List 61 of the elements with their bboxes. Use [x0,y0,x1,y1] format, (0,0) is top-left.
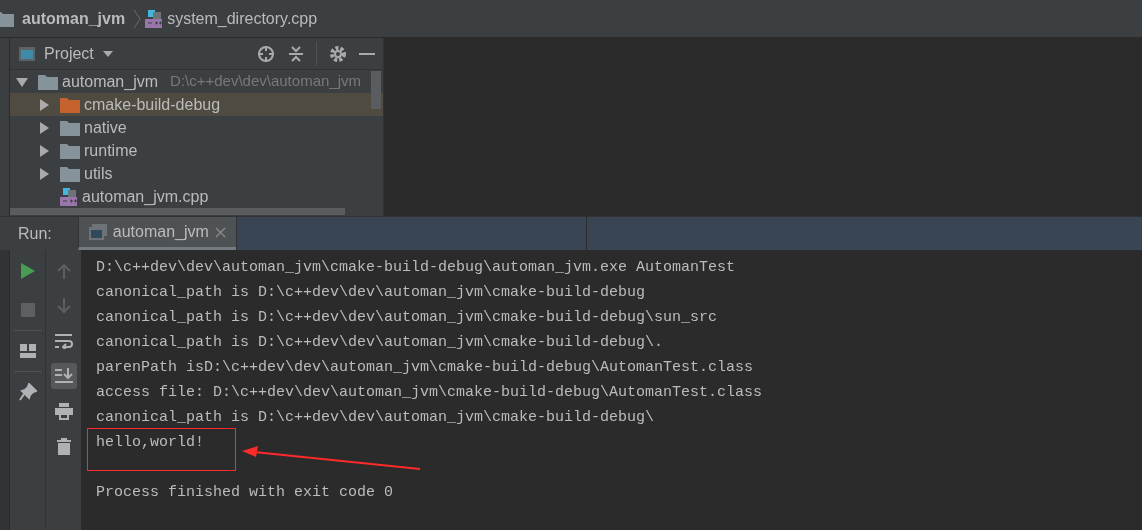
printer-icon [54,402,73,420]
item-label: utils [84,163,113,184]
breadcrumb-item[interactable]: automan_jvm [22,6,126,31]
tree-item[interactable]: automan_jvm.cpp [10,185,383,208]
item-label: runtime [84,140,138,161]
down-arrow-icon [56,298,71,314]
item-label: automan_jvm.cpp [82,186,209,207]
console-line: Process finished with exit code 0 [96,484,394,501]
pin-icon [18,383,37,401]
tree-item[interactable]: native [10,116,383,139]
folder-icon [60,165,80,182]
console-line: canonical_path is D:\c++dev\dev\automan_jvm\cmake-build-debug [96,284,646,301]
folder-icon [60,119,80,136]
stop-icon [20,303,35,317]
collapsed-arrow-icon[interactable] [38,167,50,180]
panel-title[interactable]: Project [44,41,94,66]
dropdown-caret-icon[interactable] [101,49,114,58]
console-line: parenPath isD:\c++dev\dev\automan_jvm\cmake-build-debug\AutomanTest.class [96,359,754,376]
console-line: access file: D:\c++dev\dev\automan_jvm\cmake-build-debug\AutomanTest.class [96,384,763,401]
breadcrumb-item[interactable]: system_directory.cpp [167,6,318,31]
chevron-icon [133,8,142,29]
tree-item[interactable]: automan_jvm D:\c++dev\dev\automan_jvm [10,70,383,93]
item-label: native [84,117,127,138]
console-line: canonical_path is D:\c++dev\dev\automan_jvm\cmake-build-debug\ [96,409,655,426]
run-tab[interactable]: automan_jvm [77,217,236,250]
layout-icon [19,344,36,358]
console-line: D:\c++dev\dev\automan_jvm\cmake-build-debug\automan_jvm.exe AutomanTest [96,259,736,276]
run-label: Run: [17,223,53,244]
locate-icon[interactable] [256,43,276,64]
play-icon [20,263,35,279]
settings-icon[interactable] [329,44,347,63]
panel-icon [18,45,36,62]
item-label: automan_jvm [62,71,159,92]
vertical-scrollbar[interactable] [371,71,381,109]
folder-icon [0,10,14,27]
tree-item[interactable]: runtime [10,139,383,162]
console-line: canonical_path is D:\c++dev\dev\automan_jvm\cmake-build-debug\. [96,334,664,351]
collapsed-arrow-icon[interactable] [38,144,50,157]
folder-icon [38,73,58,90]
expanded-arrow-icon[interactable] [16,75,28,88]
item-path: D:\c++dev\dev\automan_jvm [170,71,361,92]
collapse-all-icon[interactable] [288,44,304,63]
item-label: cmake-build-debug [84,94,221,115]
tree-item[interactable]: cmake-build-debug [10,93,383,116]
up-arrow-icon [56,263,71,279]
scroll-to-end-button[interactable] [50,363,77,389]
horizontal-scrollbar[interactable] [10,208,345,215]
soft-wrap-icon [54,333,73,349]
cpp-file-icon [145,9,164,28]
folder-icon [60,142,80,159]
scroll-to-end-icon [54,368,73,384]
tree-item[interactable]: utils [10,162,383,185]
output-line: hello,world! [96,434,205,451]
tab-label: automan_jvm [112,222,209,242]
trash-icon [56,437,71,455]
console-line: canonical_path is D:\c++dev\dev\automan_jvm\cmake-build-debug\sun_src [96,309,718,326]
console-icon [88,224,107,240]
folder-icon [60,96,80,113]
collapsed-arrow-icon[interactable] [38,121,50,134]
collapsed-arrow-icon[interactable] [38,98,50,111]
cpp-file-icon [60,187,78,206]
